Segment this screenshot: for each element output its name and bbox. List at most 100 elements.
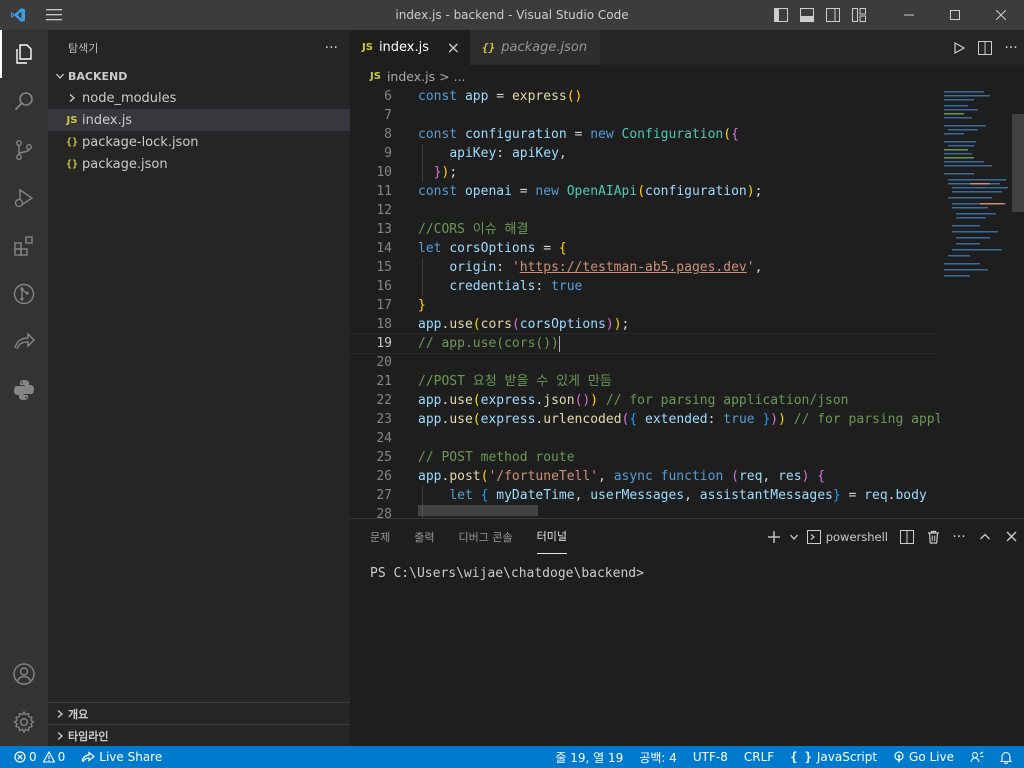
- tab-label: index.js: [378, 40, 430, 55]
- code-line: 12: [376, 203, 392, 218]
- run-code-icon[interactable]: [946, 30, 972, 65]
- error-icon: [14, 751, 26, 763]
- code-line: 14 let corsOptions = {: [376, 241, 567, 256]
- cursor-position[interactable]: 줄 19, 열 19: [547, 746, 631, 768]
- more-actions-button[interactable]: ···: [998, 30, 1024, 65]
- code-line: 6 const app = express(): [384, 89, 583, 104]
- new-terminal-icon[interactable]: [761, 519, 787, 554]
- outline-label: 개요: [68, 707, 89, 721]
- code-line: 15 origin: 'https://testman-ab5.pages.de…: [376, 260, 763, 275]
- broadcast-icon: [893, 751, 905, 763]
- outline-section[interactable]: 개요: [48, 702, 350, 724]
- code-line: 7: [384, 108, 392, 123]
- scrollbar-thumb[interactable]: [1012, 114, 1024, 212]
- terminal[interactable]: PS C:\Users\wijae\chatdoge\backend>: [350, 554, 1024, 593]
- toggle-sidebar-icon[interactable]: [768, 0, 794, 30]
- live-share-label: Live Share: [99, 750, 163, 764]
- timeline-label: 타임라인: [68, 729, 109, 743]
- folder-section-backend[interactable]: BACKEND: [48, 65, 350, 87]
- problems-status[interactable]: 0 0: [0, 746, 71, 768]
- tree-item-index-js[interactable]: JS index.js: [48, 109, 350, 131]
- encoding[interactable]: UTF-8: [685, 746, 736, 768]
- live-share-icon[interactable]: [0, 318, 48, 366]
- customize-layout-icon[interactable]: [846, 0, 872, 30]
- braces-icon: { }: [790, 750, 812, 764]
- go-live-button[interactable]: Go Live: [885, 746, 962, 768]
- code-line: 21//POST 요청 받을 수 있게 만듬: [376, 374, 612, 389]
- maximize-panel-icon[interactable]: [972, 519, 998, 554]
- javascript-file-icon: JS: [362, 42, 373, 53]
- activity-bar: [0, 30, 48, 746]
- code-line-current: 19// app.use(cors()): [350, 333, 940, 354]
- feedback-icon[interactable]: [962, 746, 992, 768]
- python-icon[interactable]: [0, 366, 48, 414]
- tab-debug-console[interactable]: 디버그 콘솔: [459, 519, 513, 554]
- editor-horizontal-scrollbar[interactable]: [418, 505, 538, 516]
- tab-terminal[interactable]: 터미널: [536, 519, 567, 554]
- javascript-file-icon: JS: [66, 114, 78, 126]
- chevron-right-icon: [52, 731, 68, 741]
- tree-item-label: package-lock.json: [82, 134, 199, 150]
- code-line: 24: [376, 431, 392, 446]
- sidebar-title: 탐색기: [68, 41, 99, 55]
- close-tab-icon[interactable]: ×: [447, 38, 460, 57]
- end-of-line[interactable]: CRLF: [736, 746, 782, 768]
- more-actions-button[interactable]: ···: [946, 519, 972, 554]
- git-graph-icon[interactable]: [0, 270, 48, 318]
- tree-item-package-json[interactable]: {} package.json: [48, 153, 350, 175]
- json-file-icon: {}: [65, 158, 79, 170]
- code-editor[interactable]: 6 const app = express() 7 8 const configur…: [350, 87, 940, 518]
- manage-gear-icon[interactable]: [0, 698, 48, 746]
- editor-vertical-scrollbar[interactable]: [1012, 87, 1024, 518]
- close-window-icon[interactable]: [978, 0, 1024, 30]
- breadcrumb-separator: >: [439, 68, 450, 84]
- tree-item-node-modules[interactable]: node_modules: [48, 87, 350, 109]
- toggle-panel-icon[interactable]: [794, 0, 820, 30]
- split-editor-icon[interactable]: [972, 30, 998, 65]
- chevron-down-icon[interactable]: [787, 519, 801, 554]
- code-line: 22 app.use(express.json()) // for parsing…: [376, 393, 849, 408]
- code-line: 18 app.use(cors(corsOptions));: [376, 317, 630, 332]
- terminal-shell-selector[interactable]: powershell: [801, 519, 894, 554]
- tab-output[interactable]: 출력: [414, 519, 434, 554]
- language-label: JavaScript: [816, 750, 878, 764]
- minimap[interactable]: [940, 87, 1012, 287]
- code-line: 13//CORS 이슈 해결: [376, 222, 529, 237]
- extensions-icon[interactable]: [0, 222, 48, 270]
- folder-section-label: BACKEND: [68, 69, 128, 83]
- tab-package-json[interactable]: {} package.json: [470, 30, 600, 65]
- tab-index-js[interactable]: JS index.js ×: [350, 30, 470, 65]
- source-control-icon[interactable]: [0, 126, 48, 174]
- maximize-icon[interactable]: [932, 0, 978, 30]
- tab-label: package.json: [501, 40, 588, 55]
- sidebar-header: 탐색기 ···: [48, 30, 350, 65]
- explorer-icon[interactable]: [0, 30, 48, 78]
- live-share-status[interactable]: Live Share: [75, 746, 168, 768]
- terminal-prompt: PS C:\Users\wijae\chatdoge\backend>: [370, 566, 644, 581]
- timeline-section[interactable]: 타임라인: [48, 724, 350, 746]
- code-line: 9 apiKey: apiKey,: [384, 146, 567, 161]
- javascript-file-icon: JS: [370, 70, 381, 82]
- breadcrumb-rest[interactable]: ...: [454, 69, 466, 84]
- editor-group: JS index.js × {} package.json ··· JS ind…: [350, 30, 1024, 518]
- toggle-secondary-sidebar-icon[interactable]: [820, 0, 846, 30]
- search-icon[interactable]: [0, 78, 48, 126]
- accounts-icon[interactable]: [0, 650, 48, 698]
- tree-item-package-lock-json[interactable]: {} package-lock.json: [48, 131, 350, 153]
- language-mode[interactable]: { } JavaScript: [782, 746, 885, 768]
- trash-icon[interactable]: [920, 519, 946, 554]
- notifications-bell-icon[interactable]: [992, 746, 1024, 768]
- more-actions-button[interactable]: ···: [325, 40, 338, 56]
- minimize-icon[interactable]: [886, 0, 932, 30]
- run-debug-icon[interactable]: [0, 174, 48, 222]
- status-bar: 0 0 Live Share 줄 19, 열 19 공백: 4 UTF-8 CR…: [0, 746, 1024, 768]
- json-file-icon: {}: [65, 136, 79, 148]
- split-terminal-icon[interactable]: [894, 519, 920, 554]
- menu-icon[interactable]: [36, 0, 72, 30]
- indentation[interactable]: 공백: 4: [631, 746, 685, 768]
- warning-icon: [42, 751, 55, 763]
- code-line: 11 const openai = new OpenAIApi(configura…: [376, 184, 763, 199]
- tab-problems[interactable]: 문제: [370, 519, 390, 554]
- breadcrumb-file[interactable]: index.js: [387, 69, 435, 84]
- close-panel-icon[interactable]: [998, 519, 1024, 554]
